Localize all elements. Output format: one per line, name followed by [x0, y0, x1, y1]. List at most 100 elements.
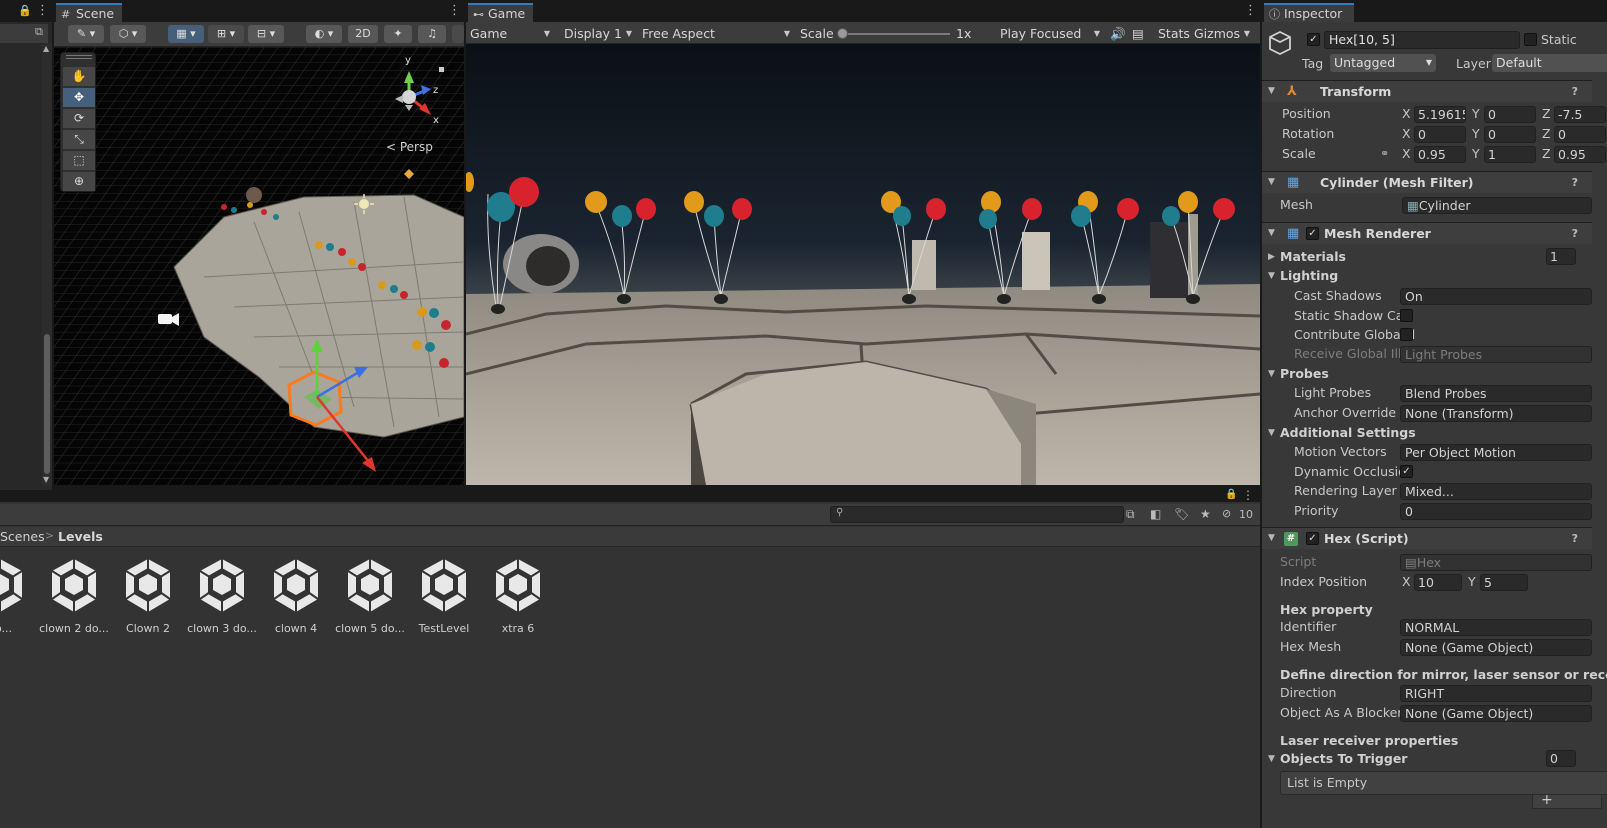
- inspector-splitter[interactable]: [1260, 0, 1262, 828]
- game-viewport[interactable]: [466, 44, 1260, 485]
- index-x-field[interactable]: 10: [1414, 573, 1462, 591]
- static-shadow-checkbox[interactable]: [1400, 309, 1413, 322]
- draw-mode-button[interactable]: ✎ ▾: [68, 25, 104, 43]
- asset-item[interactable]: xtra 6: [481, 556, 555, 635]
- lock-icon[interactable]: 🔒: [1225, 489, 1237, 500]
- transform-tool-icon[interactable]: ⊕: [63, 172, 95, 191]
- project-search-input[interactable]: ⚲: [830, 506, 1124, 523]
- search-options-icon[interactable]: ⧉: [35, 25, 43, 39]
- rotate-tool-icon[interactable]: ⟳: [63, 109, 95, 128]
- increment-snap-button[interactable]: ⊞ ▾: [208, 25, 244, 43]
- hierarchy-scene-splitter[interactable]: [52, 0, 54, 490]
- asset-item[interactable]: do...: [0, 556, 37, 635]
- rotation-y-field[interactable]: 0: [1484, 125, 1536, 143]
- scrollbar-thumb[interactable]: [44, 334, 50, 474]
- keyboard-shortcuts-icon[interactable]: ▤: [1128, 25, 1150, 43]
- cast-shadows-dropdown[interactable]: On: [1400, 287, 1592, 305]
- direction-dropdown[interactable]: RIGHT: [1400, 684, 1592, 702]
- position-z-field[interactable]: -7.5: [1554, 105, 1606, 123]
- scale-x-field[interactable]: 0.95: [1414, 145, 1466, 163]
- grid-snap-button[interactable]: ▦ ▾: [168, 25, 204, 43]
- scene-kebab-icon[interactable]: ⋮: [448, 3, 461, 18]
- scale-y-field[interactable]: 1: [1484, 145, 1536, 163]
- scale-z-field[interactable]: 0.95: [1554, 145, 1606, 163]
- hierarchy-scrollbar[interactable]: ▲ ▼: [42, 44, 52, 486]
- rect-tool-icon[interactable]: ⬚: [63, 151, 95, 170]
- motion-vectors-dropdown[interactable]: Per Object Motion: [1400, 443, 1592, 461]
- rendering-layer-dropdown[interactable]: Mixed...: [1400, 482, 1592, 500]
- label-tag-icon[interactable]: 🏷: [1174, 507, 1189, 521]
- transform-header[interactable]: ▼ ⅄ Transform ?: [1262, 80, 1592, 102]
- hidden-packages-icon[interactable]: ⊘: [1222, 507, 1231, 520]
- mesh-renderer-header[interactable]: ▼ ▦ ✓ Mesh Renderer ?: [1262, 222, 1592, 244]
- priority-field[interactable]: 0: [1400, 502, 1592, 520]
- tab-inspector[interactable]: ⓘ Inspector: [1264, 3, 1355, 22]
- materials-count-field[interactable]: 1: [1546, 248, 1576, 265]
- render-mode-button[interactable]: ⬡ ▾: [110, 25, 146, 43]
- objects-to-trigger-section[interactable]: ▼ Objects To Trigger 0: [1262, 749, 1607, 769]
- move-tool-icon[interactable]: ✥: [63, 88, 95, 107]
- play-mode-dropdown[interactable]: Play Focused ▼: [996, 25, 1104, 43]
- anchor-override-field[interactable]: None (Transform): [1400, 404, 1592, 422]
- hex-mesh-field[interactable]: None (Game Object): [1400, 638, 1592, 656]
- add-element-icon[interactable]: +: [1541, 792, 1553, 808]
- identifier-dropdown[interactable]: NORMAL: [1400, 618, 1592, 636]
- position-x-field[interactable]: 5.19615: [1414, 105, 1466, 123]
- asset-item[interactable]: clown 3 do...: [185, 556, 259, 635]
- asset-item[interactable]: clown 2 do...: [37, 556, 111, 635]
- hand-tool-icon[interactable]: ✋: [63, 67, 95, 86]
- layer-dropdown[interactable]: Default: [1492, 54, 1607, 72]
- favorite-star-icon[interactable]: ★: [1200, 507, 1211, 521]
- lighting-toggle-button[interactable]: ✦: [384, 25, 412, 43]
- mute-audio-icon[interactable]: 🔊: [1106, 25, 1126, 43]
- orientation-gizmo[interactable]: y z x: [379, 55, 459, 135]
- scale-tool-icon[interactable]: ⤡: [63, 130, 95, 149]
- position-y-field[interactable]: 0: [1484, 105, 1536, 123]
- static-checkbox[interactable]: [1524, 33, 1537, 46]
- active-checkbox[interactable]: ✓: [1307, 33, 1320, 46]
- contribute-gi-checkbox[interactable]: [1400, 328, 1413, 341]
- object-name-input[interactable]: Hex[10, 5]: [1324, 31, 1520, 49]
- hex-script-header[interactable]: ▼ # ✓ Hex (Script) ?: [1262, 527, 1592, 549]
- rotation-z-field[interactable]: 0: [1554, 125, 1606, 143]
- hex-script-enabled-checkbox[interactable]: ✓: [1306, 532, 1319, 545]
- materials-section[interactable]: ▶ Materials 1: [1262, 247, 1607, 267]
- game-kebab-icon[interactable]: ⋮: [1244, 3, 1257, 18]
- mode-2d-button[interactable]: 2D: [348, 25, 378, 43]
- breadcrumb-scenes[interactable]: Scenes: [0, 529, 45, 544]
- hierarchy-search[interactable]: ⧉: [0, 24, 48, 43]
- project-kebab-icon[interactable]: ⋮: [1242, 488, 1254, 502]
- lock-icon[interactable]: 🔒: [18, 4, 32, 17]
- link-icon[interactable]: ⚭: [1380, 144, 1389, 164]
- gizmos-dropdown[interactable]: Gizmos ▼: [1190, 25, 1254, 43]
- stats-button[interactable]: Stats: [1154, 25, 1190, 43]
- search-by-type-icon[interactable]: ⧉: [1126, 507, 1135, 522]
- blocker-field[interactable]: None (Game Object): [1400, 704, 1592, 722]
- display-dropdown[interactable]: Display 1 ▼: [560, 25, 636, 43]
- projection-toggle[interactable]: < Persp: [386, 140, 433, 154]
- asset-item[interactable]: clown 4: [259, 556, 333, 635]
- rotation-x-field[interactable]: 0: [1414, 125, 1466, 143]
- help-icon[interactable]: ?: [1572, 528, 1578, 549]
- help-icon[interactable]: ?: [1572, 172, 1578, 193]
- asset-item[interactable]: clown 5 do...: [333, 556, 407, 635]
- scene-viewport[interactable]: ✋ ✥ ⟳ ⤡ ⬚ ⊕ y z x < Persp: [54, 47, 464, 485]
- mesh-renderer-enabled-checkbox[interactable]: ✓: [1306, 227, 1319, 240]
- aspect-dropdown[interactable]: Free Aspect ▼: [638, 25, 794, 43]
- display-mode-dropdown[interactable]: Game ▼: [466, 25, 554, 43]
- scene-game-splitter[interactable]: [464, 0, 466, 490]
- palette-grip[interactable]: [66, 55, 92, 59]
- breadcrumb-levels[interactable]: Levels: [58, 529, 103, 544]
- audio-toggle-button[interactable]: ♫: [418, 25, 446, 43]
- objects-count-field[interactable]: 0: [1546, 750, 1576, 767]
- scroll-up-icon[interactable]: ▲: [43, 44, 49, 53]
- index-y-field[interactable]: 5: [1480, 573, 1528, 591]
- light-probes-dropdown[interactable]: Blend Probes: [1400, 384, 1592, 402]
- shading-mode-button[interactable]: ◐ ▾: [306, 25, 342, 43]
- mesh-field[interactable]: ▦Cylinder: [1402, 196, 1592, 214]
- filter-type-icon[interactable]: ◧: [1150, 507, 1161, 521]
- fx-toggle-button[interactable]: [452, 25, 464, 43]
- mesh-filter-header[interactable]: ▼ ▦ Cylinder (Mesh Filter) ?: [1262, 171, 1592, 193]
- scale-slider[interactable]: [837, 28, 950, 39]
- tag-dropdown[interactable]: Untagged ▼: [1330, 54, 1436, 72]
